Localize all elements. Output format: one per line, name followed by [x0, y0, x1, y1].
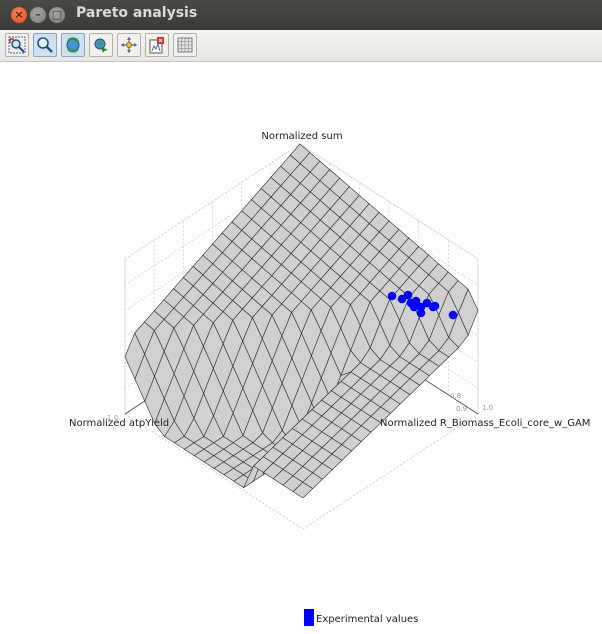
experimental-point: [416, 308, 426, 318]
x-tick-label: 1.0: [107, 414, 118, 422]
y-tick-label-near: 0.8: [450, 392, 461, 400]
legend-swatch: [304, 609, 314, 626]
scale-button[interactable]: [117, 33, 141, 57]
y-tick-label-far: 0.9: [456, 405, 467, 413]
experimental-point: [403, 290, 413, 300]
export-icon: [149, 37, 164, 54]
z-axis-label: Normalized sum: [261, 131, 342, 142]
export-button[interactable]: [145, 33, 169, 57]
toolbar: [0, 30, 602, 62]
magnifier-button[interactable]: [33, 33, 57, 57]
x-axis-label: Normalized atpYield: [69, 418, 169, 429]
pareto-surface: [124, 143, 479, 499]
window-title: Pareto analysis: [76, 5, 198, 21]
grid-button[interactable]: [173, 33, 197, 57]
zoom-region-icon: [8, 36, 26, 54]
experimental-point: [409, 302, 419, 312]
experimental-point: [448, 310, 458, 320]
title-bar: × – □ Pareto analysis: [0, 0, 602, 30]
pan-button[interactable]: [89, 33, 113, 57]
experimental-point: [430, 301, 440, 311]
grid-icon: [177, 37, 193, 53]
plot-canvas[interactable]: Normalized sum Normalized atpYield Norma…: [2, 62, 600, 630]
maximize-window-button[interactable]: □: [49, 7, 65, 23]
magnifier-icon: [37, 37, 53, 53]
y-axis-label: Normalized R_Biomass_Ecoli_core_w_GAM: [380, 418, 590, 429]
rotate-button[interactable]: [61, 33, 85, 57]
surface-plot[interactable]: Normalized sum Normalized atpYield Norma…: [2, 62, 600, 630]
close-window-button[interactable]: ×: [11, 7, 27, 23]
pan-icon: [94, 38, 108, 53]
rotate-icon: [66, 37, 80, 53]
y-tick-label-end: 1.0: [482, 404, 493, 412]
zoom-region-button[interactable]: [5, 33, 29, 57]
minimize-window-button[interactable]: –: [30, 7, 46, 23]
scale-icon: [121, 37, 137, 53]
legend-label: Experimental values: [316, 614, 418, 625]
experimental-point: [387, 291, 397, 301]
